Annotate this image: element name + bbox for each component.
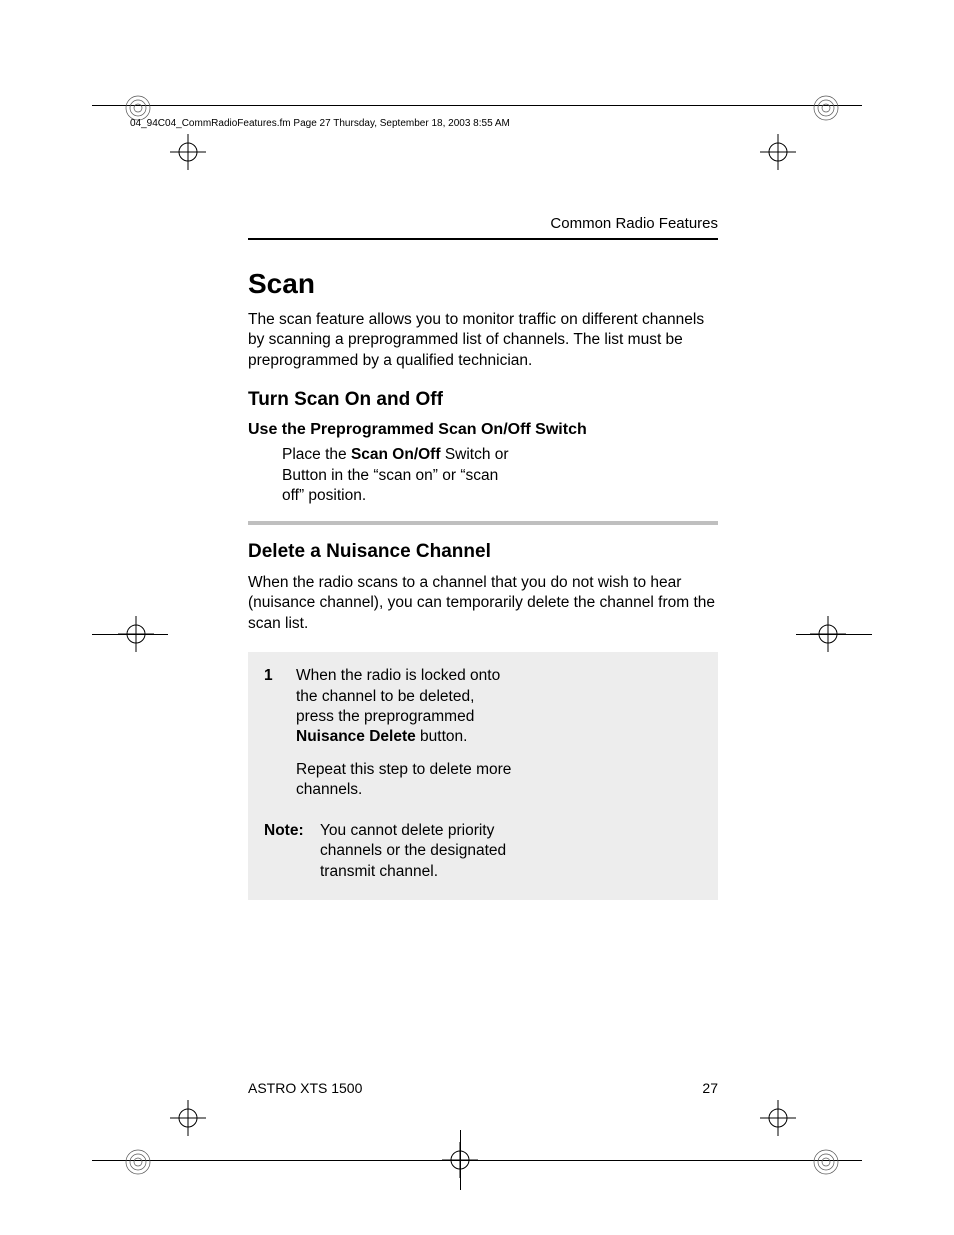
- note-row: Note: You cannot delete priority channel…: [264, 821, 702, 882]
- crop-tick: [796, 634, 872, 635]
- registration-mark-icon: [806, 88, 846, 128]
- footer-product: ASTRO XTS 1500: [248, 1080, 362, 1096]
- crop-line-top: [92, 105, 862, 106]
- crop-tick: [92, 634, 168, 635]
- heading-scan: Scan: [248, 268, 718, 300]
- crosshair-mark-icon: [168, 1098, 208, 1138]
- crosshair-mark-icon: [758, 1098, 798, 1138]
- crosshair-mark-icon: [168, 132, 208, 172]
- text-bold: Nuisance Delete: [296, 728, 416, 745]
- registration-mark-icon: [806, 1142, 846, 1182]
- text-fragment: Place the: [282, 446, 351, 463]
- text-fragment: button.: [416, 728, 468, 745]
- step-number: 1: [264, 666, 296, 813]
- content-column: Common Radio Features Scan The scan feat…: [248, 215, 718, 900]
- frame-header-text: 04_94C04_CommRadioFeatures.fm Page 27 Th…: [130, 118, 510, 129]
- procedure-step: 1 When the radio is locked onto the chan…: [264, 666, 702, 813]
- text-bold: Scan On/Off: [351, 446, 441, 463]
- step-text: When the radio is locked onto the channe…: [296, 666, 516, 813]
- note-label: Note:: [264, 821, 320, 882]
- header-rule: [248, 238, 718, 240]
- step-secondary-text: Repeat this step to delete more channels…: [296, 760, 516, 801]
- note-text: You cannot delete priority channels or t…: [320, 821, 520, 882]
- crop-tick: [460, 1130, 461, 1190]
- delete-intro-paragraph: When the radio scans to a channel that y…: [248, 573, 718, 634]
- running-header: Common Radio Features: [248, 215, 718, 232]
- heading-turn-scan: Turn Scan On and Off: [248, 389, 718, 411]
- crosshair-mark-icon: [758, 132, 798, 172]
- procedure-box: 1 When the radio is locked onto the chan…: [248, 652, 718, 900]
- page-footer: ASTRO XTS 1500 27: [248, 1080, 718, 1096]
- intro-paragraph: The scan feature allows you to monitor t…: [248, 310, 718, 371]
- text-fragment: When the radio is locked onto the channe…: [296, 667, 500, 725]
- heading-use-switch: Use the Preprogrammed Scan On/Off Switch: [248, 421, 718, 439]
- registration-mark-icon: [118, 1142, 158, 1182]
- section-divider: [248, 521, 718, 525]
- heading-delete-nuisance: Delete a Nuisance Channel: [248, 541, 718, 563]
- turn-scan-instruction: Place the Scan On/Off Switch or Button i…: [282, 445, 522, 506]
- footer-page-number: 27: [702, 1080, 718, 1096]
